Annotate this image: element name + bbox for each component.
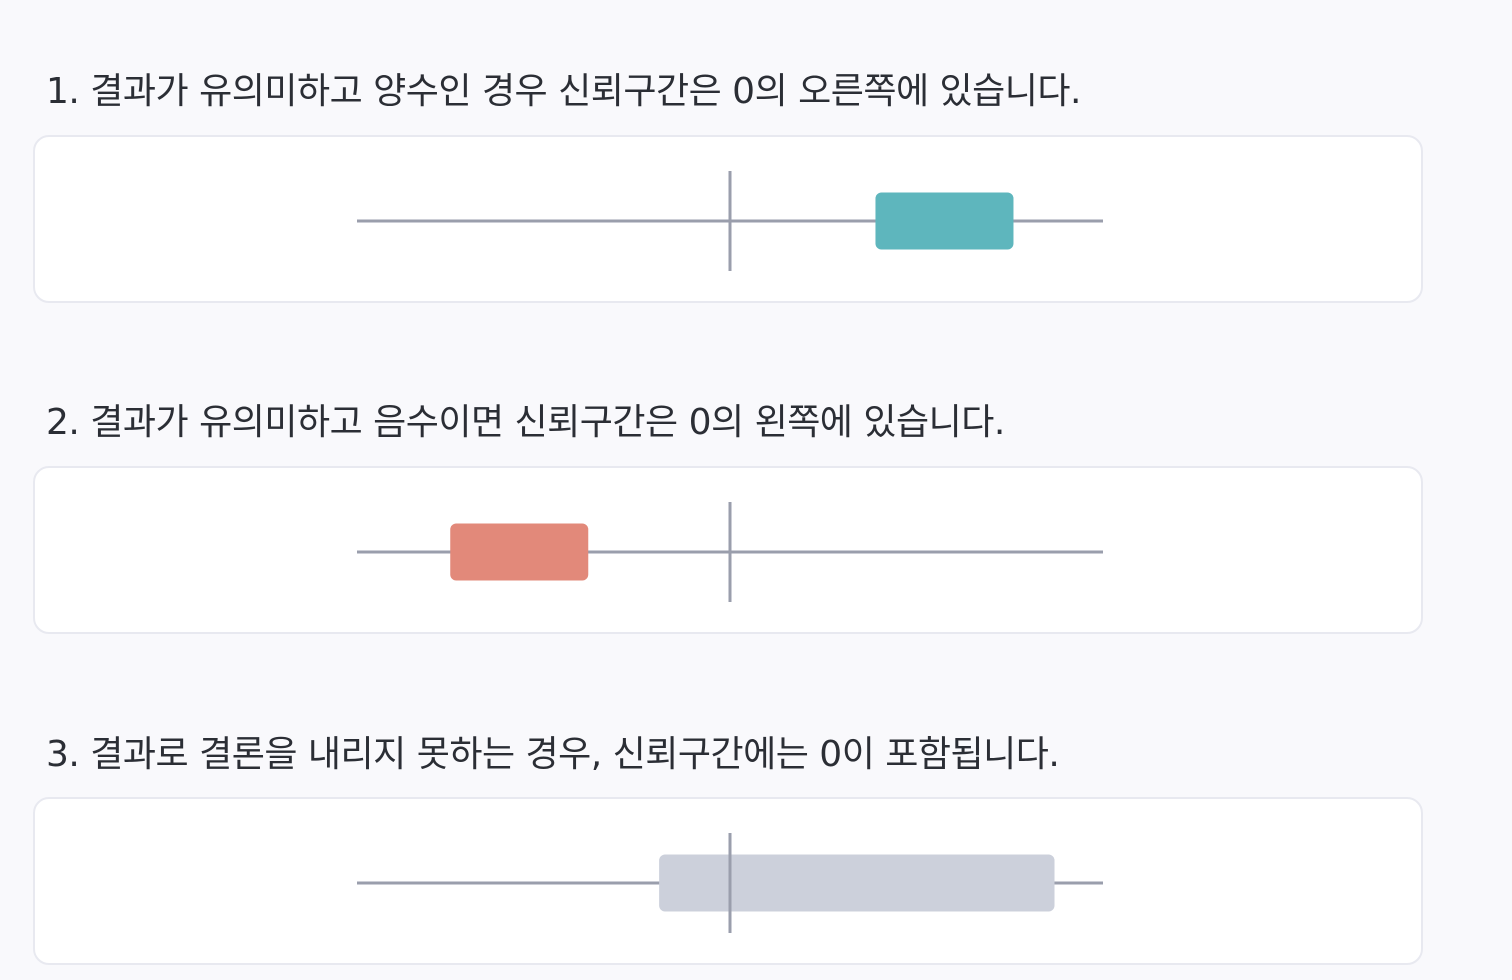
statement-1-title: 1. 결과가 유의미하고 양수인 경우 신뢰구간은 0의 오른쪽에 있습니다. (46, 71, 1081, 112)
interval-diagram-3 (357, 833, 1103, 933)
confidence-interval-negative (450, 523, 589, 581)
interval-card-2 (33, 466, 1423, 634)
statement-3-title: 3. 결과로 결론을 내리지 못하는 경우, 신뢰구간에는 0이 포함됩니다. (46, 734, 1060, 775)
interval-diagram-1 (357, 171, 1103, 271)
statement-2-title: 2. 결과가 유의미하고 음수이면 신뢰구간은 0의 왼쪽에 있습니다. (46, 402, 1005, 443)
interval-card-1 (33, 135, 1423, 303)
interval-diagram-2 (357, 502, 1103, 602)
confidence-interval-inconclusive (659, 854, 1055, 912)
confidence-interval-positive (875, 192, 1014, 250)
interval-card-3 (33, 797, 1423, 965)
